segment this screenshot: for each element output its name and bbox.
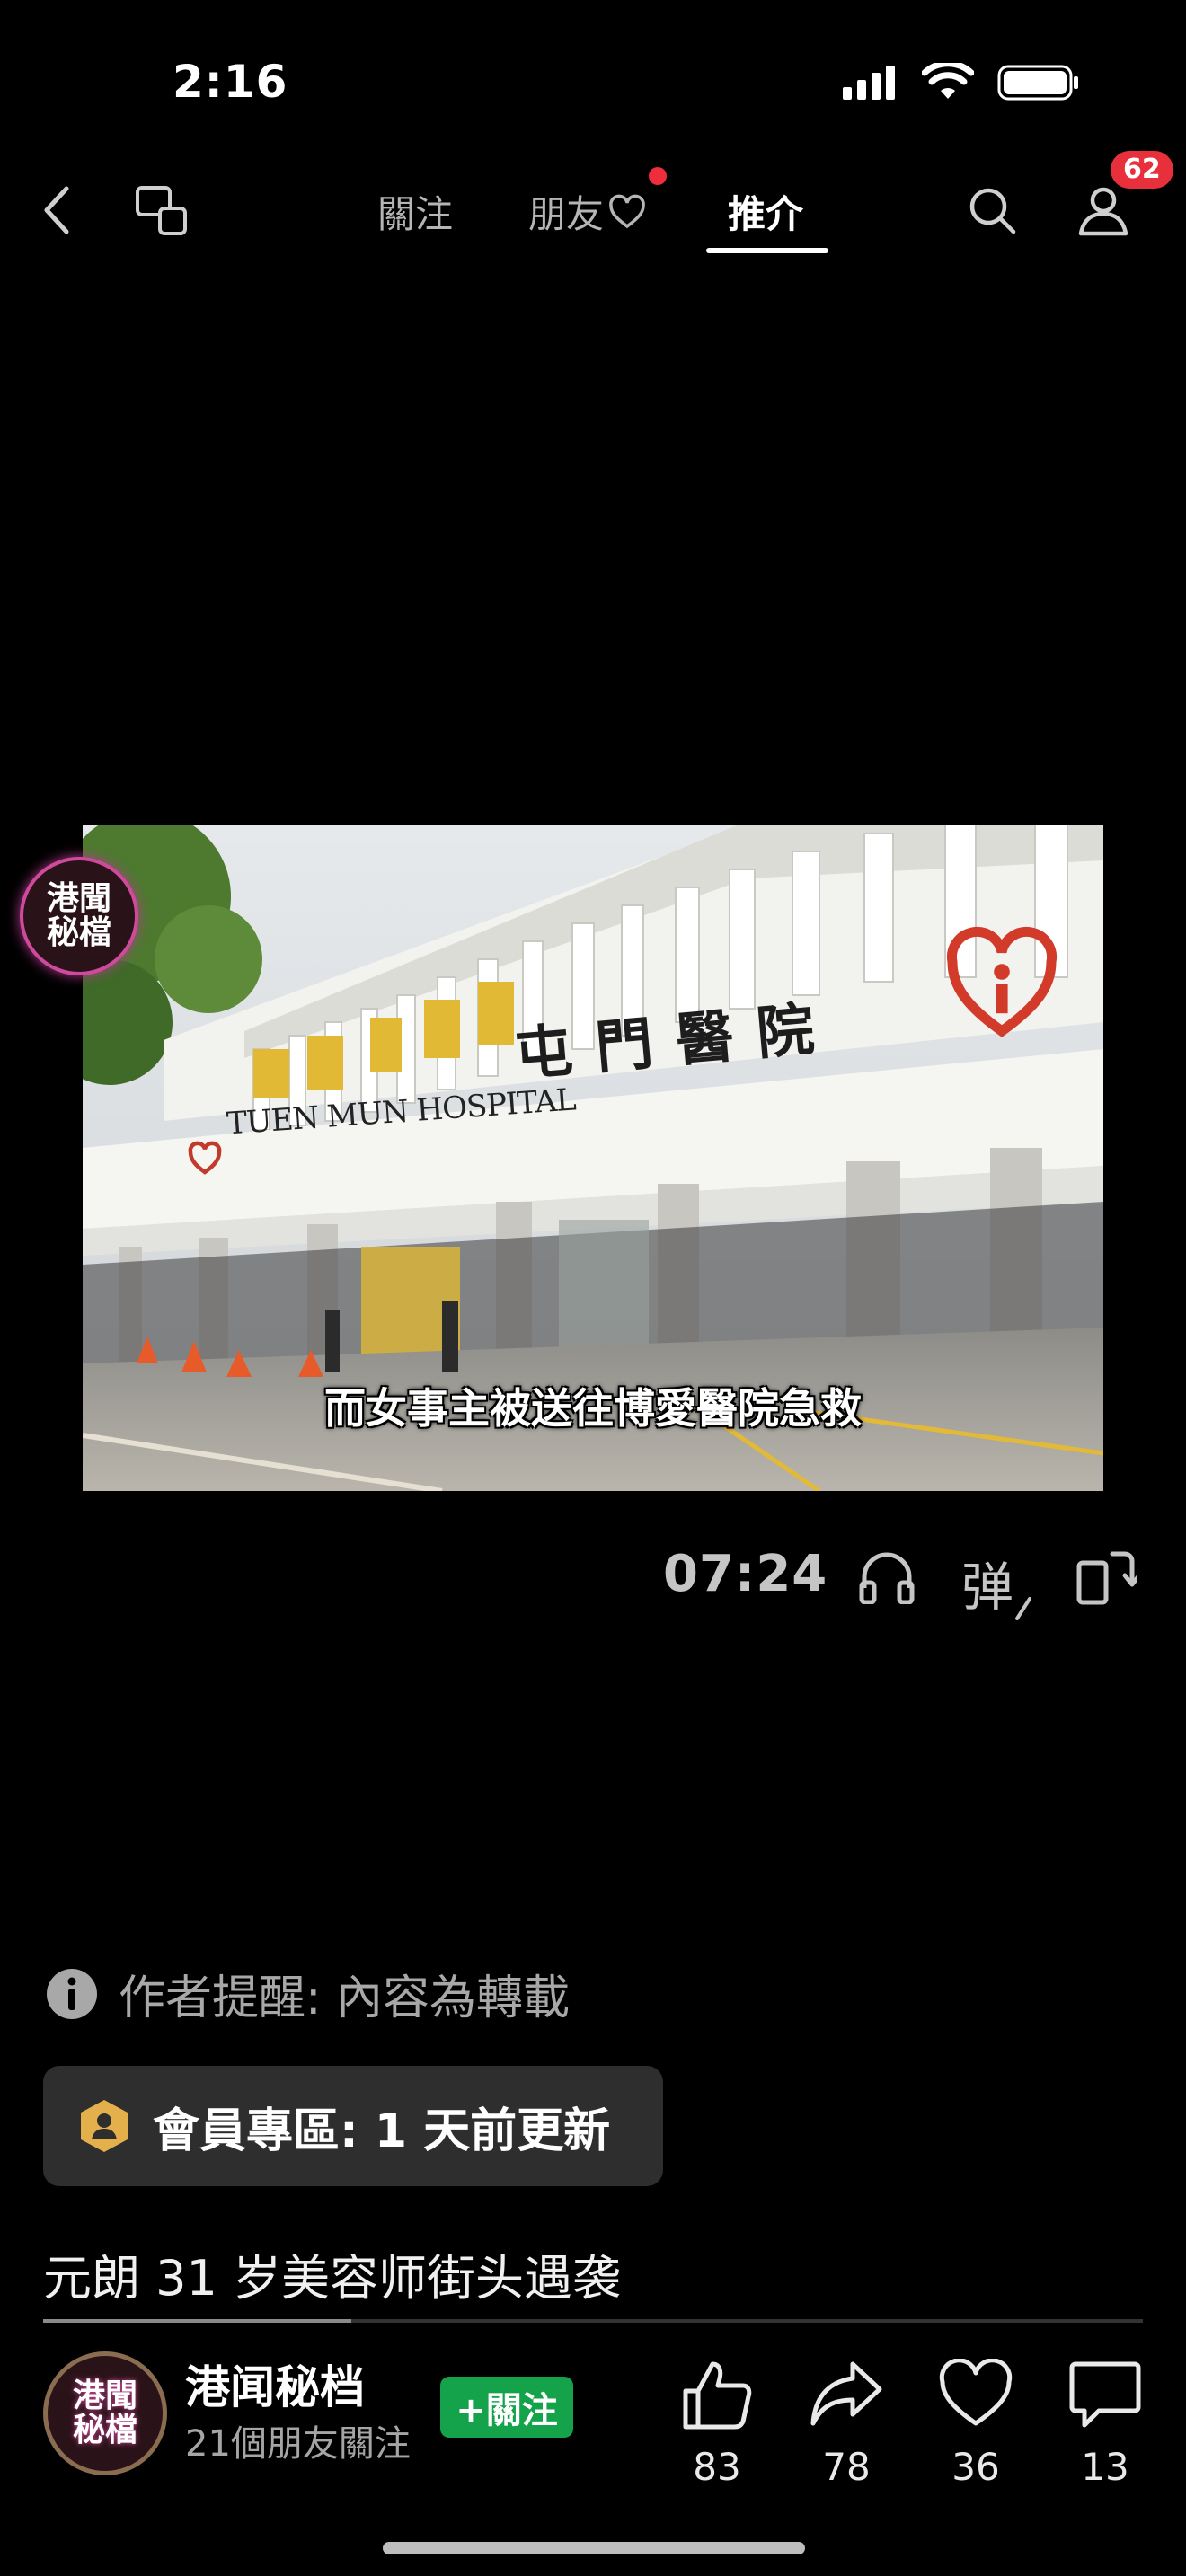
heart-icon	[939, 2358, 1013, 2426]
tab-friends-label: 朋友	[528, 192, 605, 236]
channel-logo: 港聞 秘檔	[20, 857, 138, 975]
member-zone-text: 會員專區: 1 天前更新	[153, 2104, 611, 2158]
playback-progress-fill	[43, 2319, 351, 2323]
author-note-text: 作者提醒: 內容為轉載	[119, 1972, 571, 2025]
member-shield-icon	[81, 2100, 128, 2152]
wifi-icon	[922, 63, 974, 99]
tab-recommend[interactable]: 推介	[728, 184, 803, 239]
info-icon	[47, 1968, 97, 2019]
author-avatar-text: 港聞 秘檔	[72, 2378, 137, 2448]
author-avatar[interactable]: 港聞 秘檔	[43, 2351, 167, 2475]
share-button[interactable]: 78	[801, 2359, 891, 2489]
audio-mode-icon[interactable]	[857, 1548, 916, 1604]
heart-outline-icon	[609, 194, 645, 228]
tab-friends[interactable]: 朋友	[528, 184, 647, 239]
thumbs-up-icon	[683, 2361, 752, 2430]
tab-following[interactable]: 關注	[377, 184, 453, 239]
video-player[interactable]: TUEN MUN HOSPITAL 屯門醫院 而女事主被送往博愛醫院急救	[83, 825, 1103, 1491]
follow-button[interactable]: +關注	[440, 2377, 573, 2438]
video-title[interactable]: 元朗 31 岁美容师街头遇袭	[43, 2238, 621, 2309]
danmaku-pen-icon	[1015, 1597, 1032, 1620]
video-duration: 07:24	[663, 1545, 828, 1603]
battery-icon	[997, 65, 1078, 101]
like-button[interactable]: 83	[672, 2359, 762, 2489]
video-caption: 而女事主被送往博愛醫院急救	[324, 1384, 862, 1433]
friends-notification-dot	[649, 167, 667, 185]
back-icon[interactable]	[40, 183, 75, 237]
status-icons	[843, 63, 1080, 102]
danmaku-toggle[interactable]: 弹	[961, 1545, 1033, 1620]
channel-logo-text: 港聞 秘檔	[46, 880, 111, 951]
comment-bubble-icon	[1069, 2361, 1141, 2428]
favorite-count: 36	[951, 2445, 1000, 2489]
share-count: 78	[822, 2445, 871, 2489]
profile-notification-badge: 62	[1111, 151, 1173, 189]
comment-count: 13	[1081, 2445, 1129, 2489]
share-arrow-icon	[810, 2361, 882, 2426]
active-tab-indicator	[706, 248, 828, 253]
like-count: 83	[693, 2445, 741, 2489]
rotate-screen-icon[interactable]	[1075, 1547, 1137, 1606]
danmaku-label: 弹	[961, 1557, 1014, 1618]
comment-button[interactable]: 13	[1060, 2359, 1150, 2489]
screen-switch-icon[interactable]	[135, 185, 189, 237]
member-zone-button[interactable]: 會員專區: 1 天前更新	[43, 2066, 663, 2186]
friends-following-count: 21個朋友關注	[185, 2423, 411, 2465]
profile-icon[interactable]	[1076, 183, 1130, 237]
favorite-button[interactable]: 36	[931, 2358, 1021, 2489]
home-indicator[interactable]	[383, 2542, 805, 2554]
author-note: 作者提醒: 內容為轉載	[45, 1960, 570, 2027]
cellular-signal-icon	[843, 66, 895, 100]
search-icon[interactable]	[967, 185, 1017, 235]
status-time: 2:16	[173, 56, 288, 108]
author-name[interactable]: 港闻秘档	[185, 2351, 365, 2416]
